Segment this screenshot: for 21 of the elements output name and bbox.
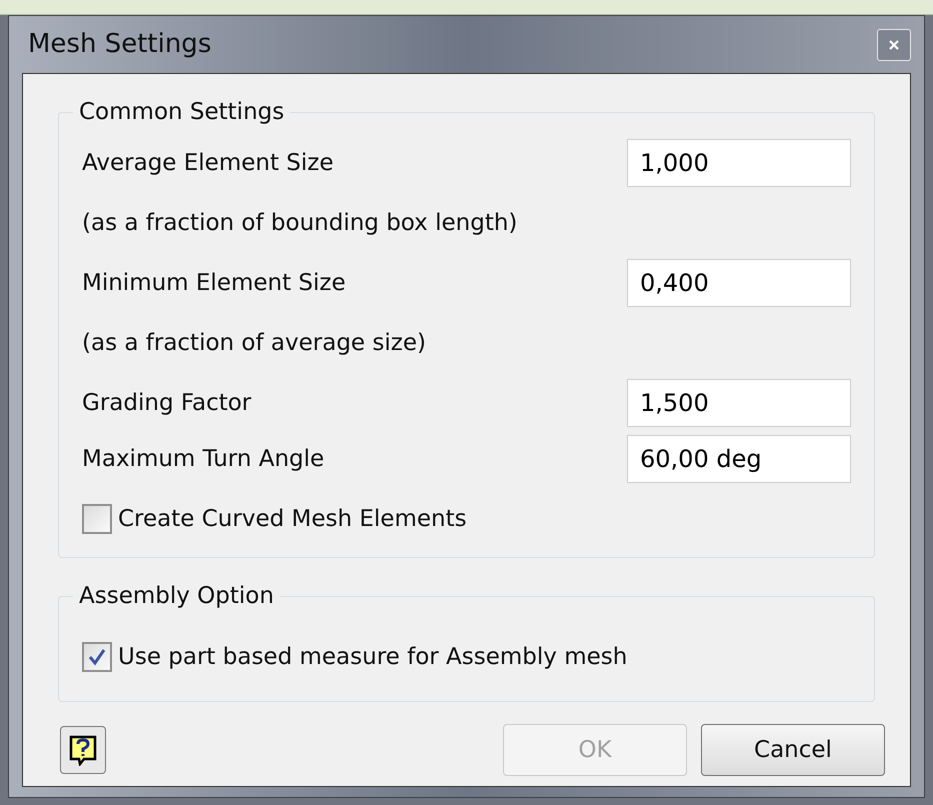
field-label: Average Element Size bbox=[82, 148, 334, 178]
field-label: Maximum Turn Angle bbox=[82, 444, 324, 474]
input-field[interactable]: 60,00 deg bbox=[627, 435, 851, 483]
hint-text: (as a fraction of average size) bbox=[82, 328, 426, 358]
input-field[interactable]: 1,500 bbox=[627, 379, 851, 427]
checkbox-label: Create Curved Mesh Elements bbox=[118, 504, 467, 534]
checkbox[interactable] bbox=[82, 504, 112, 534]
input-field[interactable]: 1,000 bbox=[627, 139, 851, 187]
close-icon bbox=[888, 38, 900, 50]
close-button[interactable] bbox=[877, 28, 911, 60]
cancel-button[interactable]: Cancel bbox=[701, 724, 885, 776]
checkbox[interactable] bbox=[82, 642, 112, 672]
help-icon bbox=[68, 734, 98, 766]
checkbox-label: Use part based measure for Assembly mesh bbox=[118, 642, 628, 672]
help-button[interactable] bbox=[60, 726, 106, 774]
window-title: Mesh Settings bbox=[28, 28, 212, 61]
field-label: Grading Factor bbox=[82, 388, 252, 418]
input-field[interactable]: 0,400 bbox=[627, 259, 851, 307]
field-label: Minimum Element Size bbox=[82, 268, 346, 298]
hint-text: (as a fraction of bounding box length) bbox=[82, 208, 518, 238]
checkmark-icon bbox=[87, 647, 107, 667]
